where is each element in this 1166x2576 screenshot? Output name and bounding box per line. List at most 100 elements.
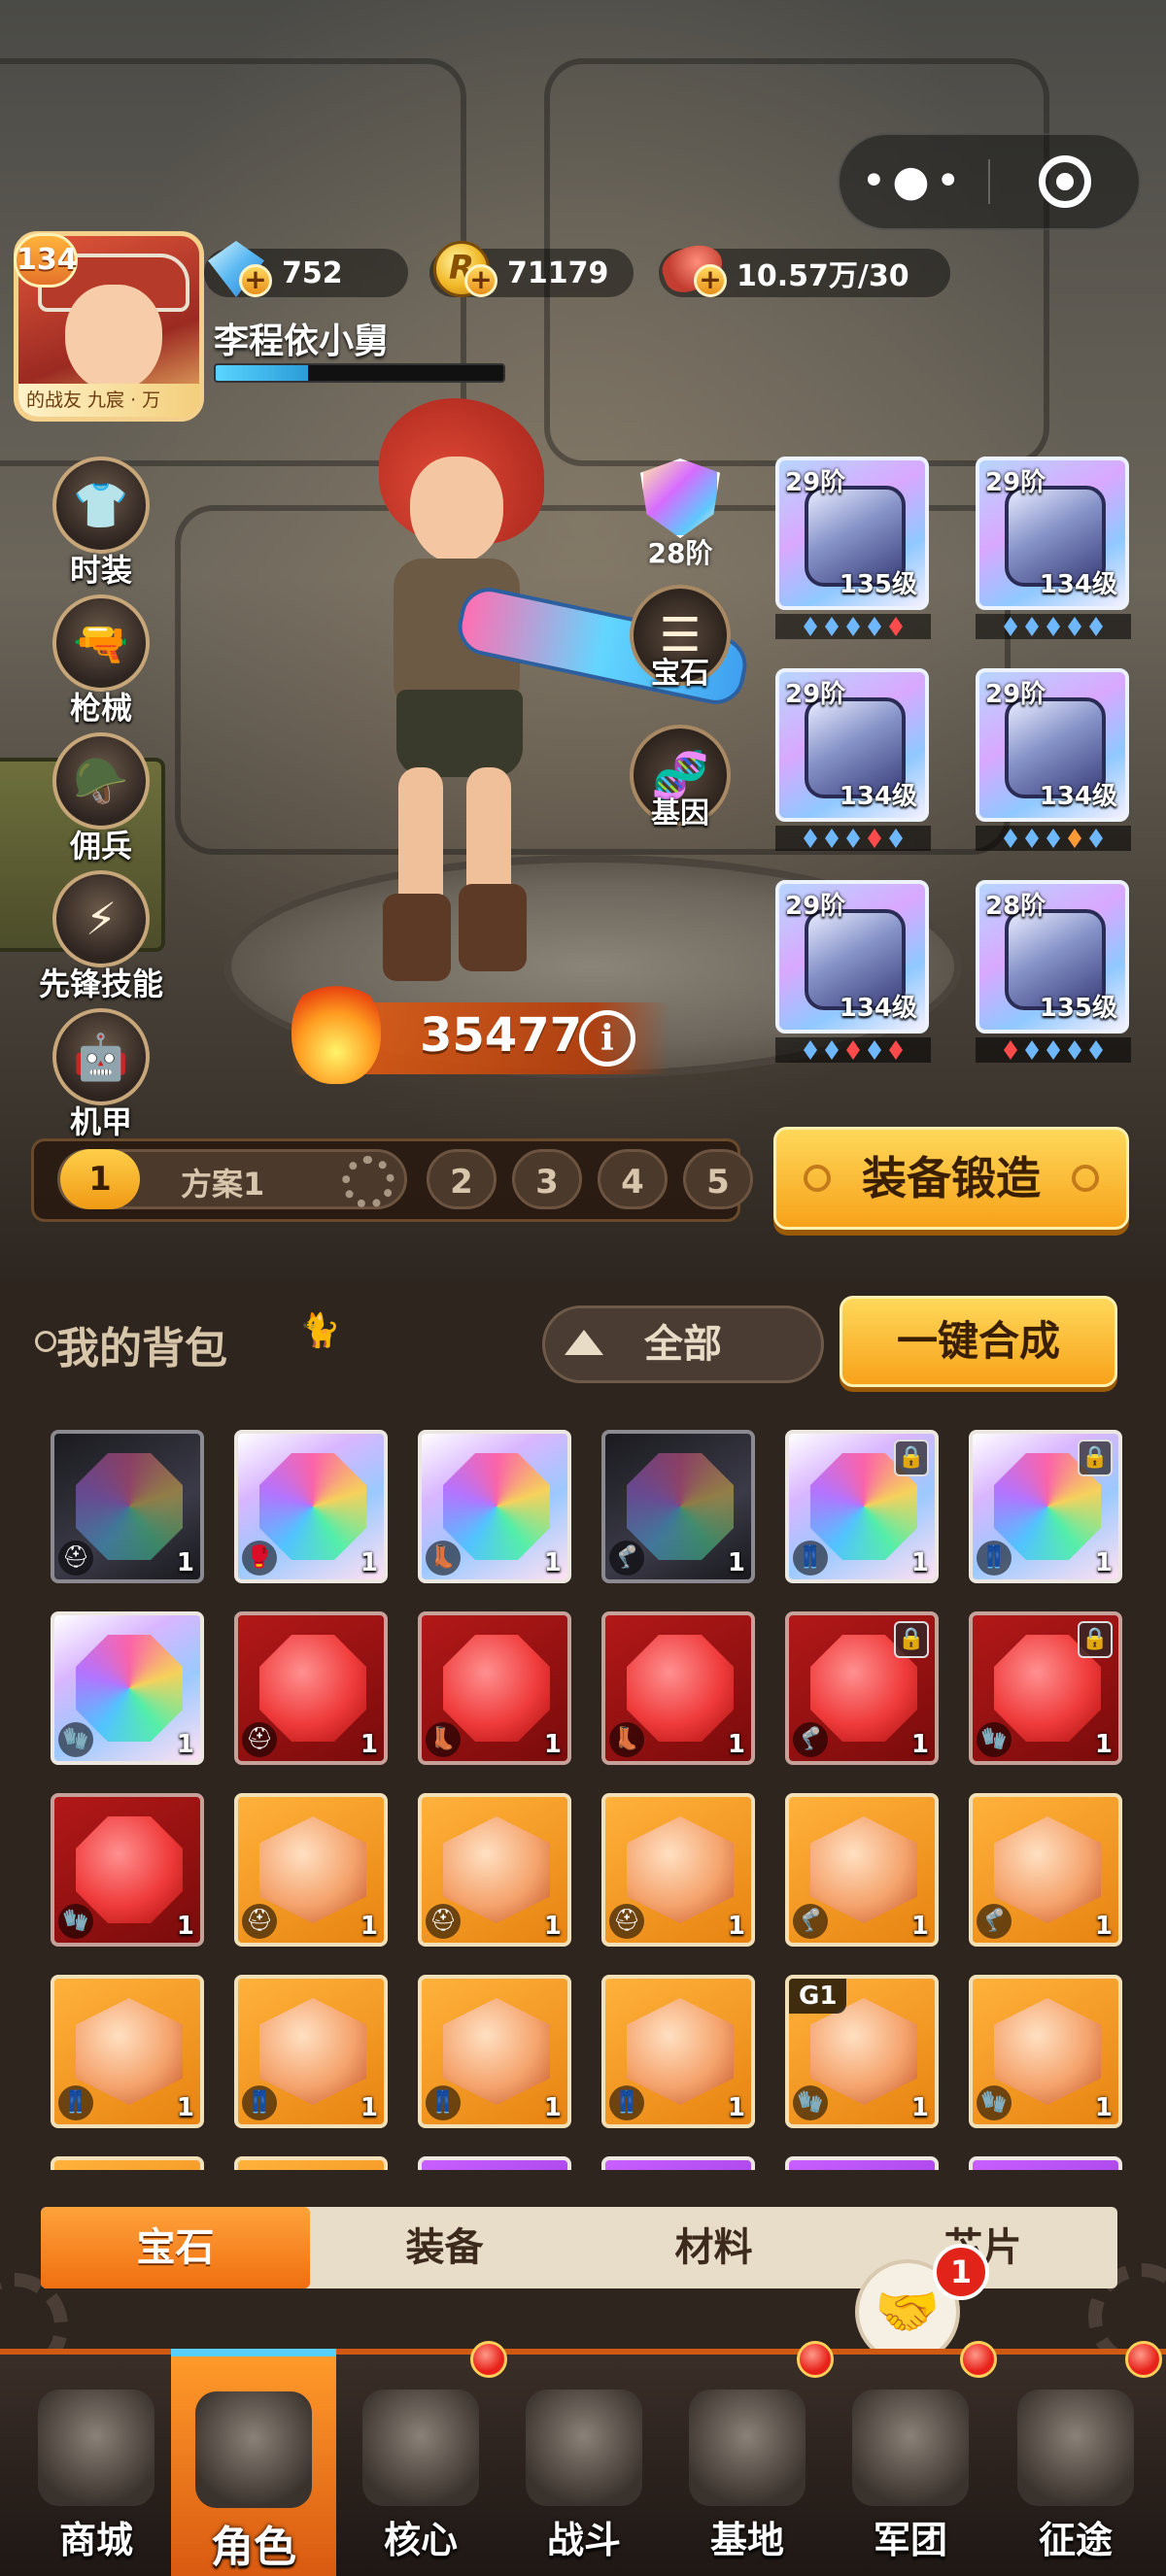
gem-stone-icon — [443, 1998, 550, 2105]
nav-label: 战斗 — [546, 2519, 621, 2561]
triangle-up-icon — [565, 1330, 603, 1355]
player-name: 李程依小舅 — [214, 322, 390, 361]
equipment-slot[interactable]: 29阶 134级 — [976, 457, 1131, 639]
gem-stone-icon — [627, 1998, 734, 2105]
rank-emblem[interactable]: 28阶 — [634, 458, 727, 571]
side-label: 佣兵 — [69, 828, 132, 864]
more-dots-icon[interactable]: •●• — [840, 160, 988, 203]
backpack-item[interactable]: 🧤 1 G1 — [785, 1975, 939, 2128]
plus-icon[interactable]: + — [694, 264, 727, 297]
loadout-plan-5[interactable]: 5 — [683, 1149, 753, 1209]
loadout-plan-3[interactable]: 3 — [512, 1149, 582, 1209]
backpack-item[interactable] — [234, 2156, 388, 2170]
item-quantity: 1 — [360, 2093, 378, 2122]
backpack-item[interactable]: ⛑ 1 — [51, 1430, 204, 1583]
backpack-item[interactable]: ⛑ 1 — [234, 1611, 388, 1765]
cat-icon: 🐈 — [299, 1311, 341, 1350]
side-item-mecha[interactable]: 🤖 机甲 — [41, 1008, 161, 1144]
tab-material[interactable]: 材料 — [579, 2207, 848, 2288]
diamond-currency[interactable]: + 752 — [204, 241, 408, 297]
mini-program-capsule: •●• — [838, 133, 1141, 230]
equipment-slot[interactable]: 29阶 135级 — [775, 457, 931, 639]
nav-item-journey[interactable]: 征途 — [993, 2341, 1162, 2576]
nav-item-shop[interactable]: 商城 — [14, 2355, 179, 2576]
backpack-item[interactable] — [601, 2156, 755, 2170]
nav-item-base[interactable]: 基地 — [665, 2341, 834, 2576]
gene-button[interactable]: 🧬 基因 — [627, 725, 734, 831]
stamina-currency[interactable]: + 10.57万/30 — [657, 237, 950, 299]
backpack-item[interactable] — [785, 2156, 939, 2170]
equipment-card: 29阶 134级 — [775, 880, 929, 1034]
side-item-outfit[interactable]: 👕 时装 — [41, 457, 161, 593]
tab-gem[interactable]: 宝石 — [41, 2207, 310, 2288]
backpack-item[interactable]: 🦿 1 — [785, 1793, 939, 1947]
forge-equipment-button[interactable]: 装备锻造 — [773, 1127, 1129, 1230]
gem-socket-icon — [846, 1040, 860, 1060]
loadout-active-plan[interactable]: 1 方案1 — [57, 1149, 407, 1209]
backpack-item[interactable]: 🦿 1 — [601, 1430, 755, 1583]
gem-stone-icon — [810, 1816, 917, 1923]
filter-dropdown[interactable]: 全部 — [542, 1305, 824, 1383]
loadout-plan-4[interactable]: 4 — [598, 1149, 668, 1209]
rank-label: 28阶 — [647, 537, 713, 569]
side-item-skill[interactable]: ⚡ 先锋技能 — [25, 870, 177, 1006]
equipment-slot[interactable]: 29阶 134级 — [775, 668, 931, 851]
side-item-mercenary[interactable]: 🪖 佣兵 — [41, 732, 161, 868]
gem-socket-icon — [1004, 1040, 1017, 1060]
backpack-item[interactable]: 🧤 1 — [51, 1793, 204, 1947]
backpack-item[interactable]: 👖 1 🔒 — [785, 1430, 939, 1583]
plus-icon[interactable]: + — [464, 264, 497, 297]
equipment-slot[interactable]: 28阶 135级 — [976, 880, 1131, 1063]
gear-icon[interactable] — [342, 1156, 394, 1208]
backpack-item[interactable]: 👖 1 — [234, 1975, 388, 2128]
backpack-item[interactable] — [51, 2156, 204, 2170]
loadout-plan-2[interactable]: 2 — [427, 1149, 497, 1209]
backpack-item[interactable]: 👢 1 — [601, 1611, 755, 1765]
backpack-item[interactable]: 🧤 1 — [51, 1611, 204, 1765]
tab-equipment[interactable]: 装备 — [310, 2207, 579, 2288]
gem-stone-icon — [443, 1816, 550, 1923]
info-icon[interactable]: i — [579, 1010, 635, 1067]
backpack-item[interactable]: 🦿 1 🔒 — [785, 1611, 939, 1765]
mecha-icon: 🤖 — [52, 1008, 150, 1105]
backpack-item[interactable]: 🦿 1 — [969, 1793, 1122, 1947]
backpack-item[interactable]: ⛑ 1 — [234, 1793, 388, 1947]
backpack-item[interactable] — [969, 2156, 1122, 2170]
gem-button[interactable]: ☰ 宝石 — [627, 585, 734, 692]
backpack-item[interactable]: ⛑ 1 — [418, 1793, 571, 1947]
nav-label: 基地 — [709, 2519, 784, 2561]
target-circle-icon[interactable] — [990, 155, 1139, 208]
backpack-item[interactable]: 👖 1 — [418, 1975, 571, 2128]
backpack-item[interactable]: 👖 1 — [51, 1975, 204, 2128]
gem-stone-icon — [443, 1453, 550, 1560]
gold-currency[interactable]: R + 71179 — [429, 241, 634, 297]
backpack-item[interactable]: 👢 1 — [418, 1611, 571, 1765]
equipment-type-icon: ⛑ — [242, 1722, 277, 1757]
backpack-item[interactable]: 🧤 1 🔒 — [969, 1611, 1122, 1765]
equipment-type-icon: ⛑ — [426, 1904, 461, 1939]
gem-socket-icon — [1089, 617, 1103, 636]
plan-number: 1 — [60, 1149, 140, 1209]
equipment-type-icon: 🧤 — [793, 2085, 828, 2120]
item-quantity: 1 — [543, 1548, 562, 1577]
nav-item-core[interactable]: 核心 — [338, 2341, 507, 2576]
nav-item-legion[interactable]: 军团 — [828, 2341, 997, 2576]
plus-icon[interactable]: + — [239, 264, 272, 297]
backpack-item[interactable]: ⛑ 1 — [601, 1793, 755, 1947]
backpack-item[interactable]: 👖 1 🔒 — [969, 1430, 1122, 1583]
gem-socket-icon — [1068, 617, 1081, 636]
nav-item-battle[interactable]: 战斗 — [501, 2355, 667, 2576]
backpack-item[interactable] — [418, 2156, 571, 2170]
backpack-item[interactable]: 🧤 1 — [969, 1975, 1122, 2128]
exp-bar — [214, 363, 505, 383]
backpack-item[interactable]: 🥊 1 — [234, 1430, 388, 1583]
backpack-item[interactable]: 👖 1 — [601, 1975, 755, 2128]
shop-icon — [38, 2390, 154, 2506]
backpack-item[interactable]: 👢 1 — [418, 1430, 571, 1583]
nav-item-character[interactable]: 角色 — [171, 2349, 336, 2576]
side-item-gun[interactable]: 🔫 枪械 — [41, 594, 161, 730]
equipment-slot[interactable]: 29阶 134级 — [775, 880, 931, 1063]
one-click-merge-button[interactable]: 一键合成 — [840, 1296, 1117, 1387]
flame-icon — [292, 977, 381, 1084]
equipment-slot[interactable]: 29阶 134级 — [976, 668, 1131, 851]
